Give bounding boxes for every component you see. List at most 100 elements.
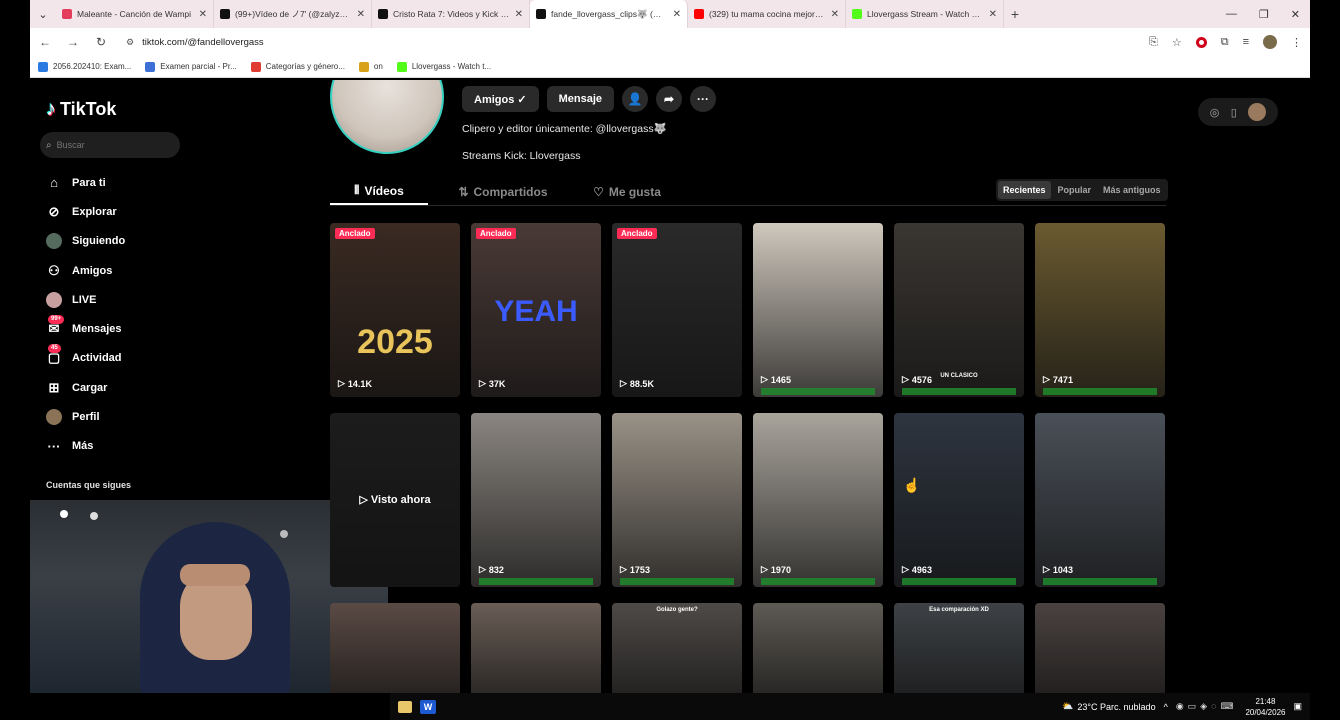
close-tab-icon[interactable]: ✕ (989, 9, 997, 20)
sidebar-item-amigos[interactable]: ⚇ Amigos (46, 256, 266, 285)
video-card[interactable]: Anclado 2025 ▷ 14.1K (330, 223, 460, 397)
video-card[interactable]: UN CLASICO ▷ 4576 (894, 223, 1024, 397)
view-count: ▷ 832 (479, 564, 504, 575)
video-card[interactable] (1035, 603, 1165, 693)
notifications-icon[interactable]: ▣ (1293, 701, 1302, 712)
browser-tab[interactable]: Maleante - Canción de Wampi ✕ (56, 0, 214, 28)
sidebar-nav: ⌂ Para ti ⊘ Explorar Siguiendo ⚇ Amigos LIVE ✉ 99… (46, 168, 266, 461)
tiktok-logo[interactable]: ♪ TikTok (46, 98, 116, 121)
url-field[interactable]: ⚙ tiktok.com/@fandellovergass (122, 31, 1102, 53)
weather-widget[interactable]: ⛅ 23°C Parc. nublado (1062, 701, 1155, 712)
search-input[interactable] (56, 140, 167, 150)
user-avatar[interactable] (1248, 103, 1267, 121)
video-card[interactable]: ▷ 832 (471, 413, 601, 587)
windows-taskbar: W ⛅ 23°C Parc. nublado ^ ◉▭◈◌⌨ 21:48 20/… (390, 693, 1310, 720)
tab-search-icon[interactable]: ⌄ (30, 0, 56, 28)
back-icon[interactable]: ← (38, 35, 52, 49)
sidebar-item-actividad[interactable]: ▢ 45 Actividad (46, 344, 266, 373)
tab-favicon-icon (536, 9, 546, 19)
new-tab-button[interactable]: + (1004, 6, 1026, 22)
browser-tab[interactable]: Cristo Rata 7: Videos y Kick Per ✕ (372, 0, 530, 28)
browser-tab[interactable]: Llovergass Stream - Watch Live ✕ (846, 0, 1004, 28)
sidebar-item-siguiendo[interactable]: Siguiendo (46, 227, 266, 256)
sort-oldest[interactable]: Más antiguos (1098, 181, 1166, 199)
bookmark-item[interactable]: 2056.202410: Exam... (38, 61, 131, 72)
kick-watermark (1043, 578, 1157, 585)
sort-recent[interactable]: Recientes (998, 181, 1051, 199)
file-explorer-icon[interactable] (398, 700, 412, 713)
video-card[interactable]: Golazo gente? (612, 603, 742, 693)
sidebar-item-cargar[interactable]: ⊞ Cargar (46, 373, 266, 402)
sort-popular[interactable]: Popular (1053, 181, 1097, 199)
bookmark-item[interactable]: Llovergass - Watch t... (396, 61, 491, 72)
browser-menu-icon[interactable]: ⋮ (1291, 36, 1302, 49)
coins-icon[interactable]: ◎ (1210, 106, 1220, 119)
tab-shared[interactable]: ⇅ Compartidos (448, 178, 558, 205)
video-card[interactable] (753, 603, 883, 693)
site-info-icon[interactable]: ⚙ (126, 37, 134, 48)
close-window-icon[interactable]: ✕ (1291, 8, 1300, 21)
install-app-icon[interactable]: ⎘ (1149, 36, 1158, 49)
bookmark-star-icon[interactable]: ☆ (1172, 36, 1182, 49)
tiktok-app: ♪ TikTok ⌕ ⌂ Para ti ⊘ Explorar Siguiendo ⚇ Am… (30, 80, 1310, 693)
close-tab-icon[interactable]: ✕ (673, 9, 681, 20)
video-card[interactable]: Anclado ▷ 88.5K (612, 223, 742, 397)
video-card[interactable]: ▷ Visto ahora (330, 413, 460, 587)
device-icon[interactable]: ▯ (1231, 106, 1237, 119)
clock[interactable]: 21:48 20/04/2026 (1245, 696, 1285, 718)
close-tab-icon[interactable]: ✕ (357, 9, 365, 20)
view-count: ▷ 88.5K (620, 378, 654, 389)
tab-title: Llovergass Stream - Watch Live (867, 9, 984, 19)
friends-button[interactable]: Amigos ✓ (462, 86, 539, 112)
video-card[interactable]: ▷ 4963 (894, 413, 1024, 587)
sidebar-item-mensajes[interactable]: ✉ 99+ Mensajes (46, 314, 266, 343)
bookmark-item[interactable]: Examen parcial - Pr... (145, 61, 237, 72)
tab-videos[interactable]: ⦀ Vídeos (330, 178, 428, 205)
browser-profile-avatar[interactable] (1263, 35, 1277, 49)
minimize-icon[interactable]: — (1226, 8, 1237, 21)
tab-favicon-icon (852, 9, 862, 19)
sidebar-item-perfil[interactable]: Perfil (46, 402, 266, 431)
close-tab-icon[interactable]: ✕ (199, 9, 207, 20)
video-overlay-text: 2025 (357, 323, 433, 361)
video-card[interactable]: ▷ 1753 (612, 413, 742, 587)
tray-chevron-icon[interactable]: ^ (1164, 702, 1168, 712)
bookmark-item[interactable]: Categorías y género... (250, 61, 345, 72)
video-card[interactable]: Esa comparación XD (894, 603, 1024, 693)
view-count: ▷ 1465 (761, 374, 791, 385)
media-icon[interactable]: ≡ (1243, 36, 1249, 48)
reload-icon[interactable]: ↻ (94, 35, 108, 49)
message-button[interactable]: Mensaje (546, 86, 615, 112)
more-options-icon[interactable]: ··· (690, 86, 717, 112)
sidebar-item-para-ti[interactable]: ⌂ Para ti (46, 168, 266, 197)
profile-avatar[interactable] (330, 80, 444, 154)
view-count-text: 14.1K (347, 378, 372, 389)
browser-tab[interactable]: (99+)Vídeo de ノ7' (@zalyzzz3) ✕ (214, 0, 372, 28)
video-card[interactable]: ▷ 7471 (1035, 223, 1165, 397)
sidebar-item-live[interactable]: LIVE (46, 285, 266, 314)
opera-extension-icon[interactable] (1195, 36, 1207, 48)
browser-tab[interactable]: fande_llovergass_clips🐺 (@fa ✕ (530, 0, 688, 28)
word-app-icon[interactable]: W (420, 699, 436, 714)
video-card[interactable] (330, 603, 460, 693)
bookmark-item[interactable]: on (358, 61, 383, 72)
search-box[interactable]: ⌕ (40, 132, 180, 158)
extensions-icon[interactable]: ⧉ (1221, 36, 1229, 49)
tab-likes[interactable]: ♡ Me gusta (578, 178, 676, 205)
browser-tab[interactable]: (329) tu mama cocina mejor qu ✕ (688, 0, 846, 28)
close-tab-icon[interactable]: ✕ (831, 9, 839, 20)
share-icon[interactable]: ➦ (656, 86, 683, 112)
close-tab-icon[interactable]: ✕ (515, 9, 523, 20)
video-card[interactable]: ▷ 1970 (753, 413, 883, 587)
restore-icon[interactable]: ❐ (1259, 8, 1269, 21)
activity-icon: ▢ 45 (47, 344, 61, 366)
forward-icon[interactable]: → (66, 35, 80, 49)
add-friend-icon[interactable]: 👤 (622, 86, 649, 112)
video-card[interactable] (471, 603, 601, 693)
video-card[interactable]: Anclado YEAH ▷ 37K (471, 223, 601, 397)
sidebar-item-explorar[interactable]: ⊘ Explorar (46, 197, 266, 226)
video-card[interactable]: ▷ 1465 (753, 223, 883, 397)
sidebar-item-más[interactable]: ··· Más (46, 432, 266, 461)
video-card[interactable]: ▷ 1043 (1035, 413, 1165, 587)
tray-icons[interactable]: ◉▭◈◌⌨ (1176, 701, 1238, 712)
